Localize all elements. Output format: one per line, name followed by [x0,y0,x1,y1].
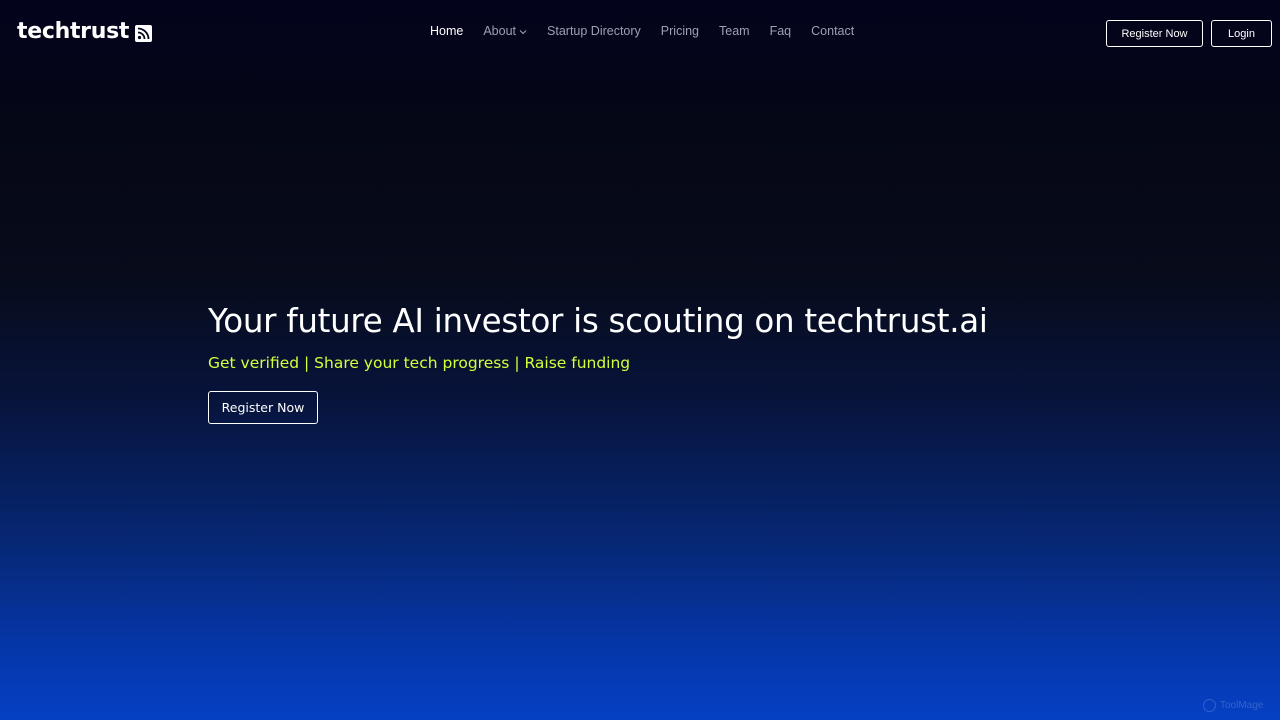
logo-text: techtrust [17,19,130,44]
login-button[interactable]: Login [1211,20,1272,47]
nav-item-pricing[interactable]: Pricing [661,24,699,38]
rss-square-icon [135,24,153,42]
nav-item-startup-directory[interactable]: Startup Directory [547,24,641,38]
hero-section: Your future AI investor is scouting on t… [208,302,988,372]
navbar: techtrust Home About Startup Directory P… [0,0,1280,66]
nav-item-contact[interactable]: Contact [811,24,854,38]
logo[interactable]: techtrust [17,19,153,44]
nav-item-home[interactable]: Home [430,24,463,38]
hero-register-button[interactable]: Register Now [208,391,318,424]
register-now-button[interactable]: Register Now [1106,20,1203,47]
nav-item-about-label: About [483,24,517,38]
nav-item-faq[interactable]: Faq [770,24,792,38]
hero-title: Your future AI investor is scouting on t… [208,302,988,340]
watermark: ToolMage [1203,699,1263,712]
watermark-text: ToolMage [1220,700,1264,711]
nav-item-about[interactable]: About [483,24,527,38]
nav-item-team[interactable]: Team [719,24,750,38]
watermark-icon [1203,699,1216,712]
main-nav: Home About Startup Directory Pricing Tea… [430,24,874,38]
hero-subtitle: Get verified | Share your tech progress … [208,354,631,372]
chevron-down-icon [519,24,527,38]
